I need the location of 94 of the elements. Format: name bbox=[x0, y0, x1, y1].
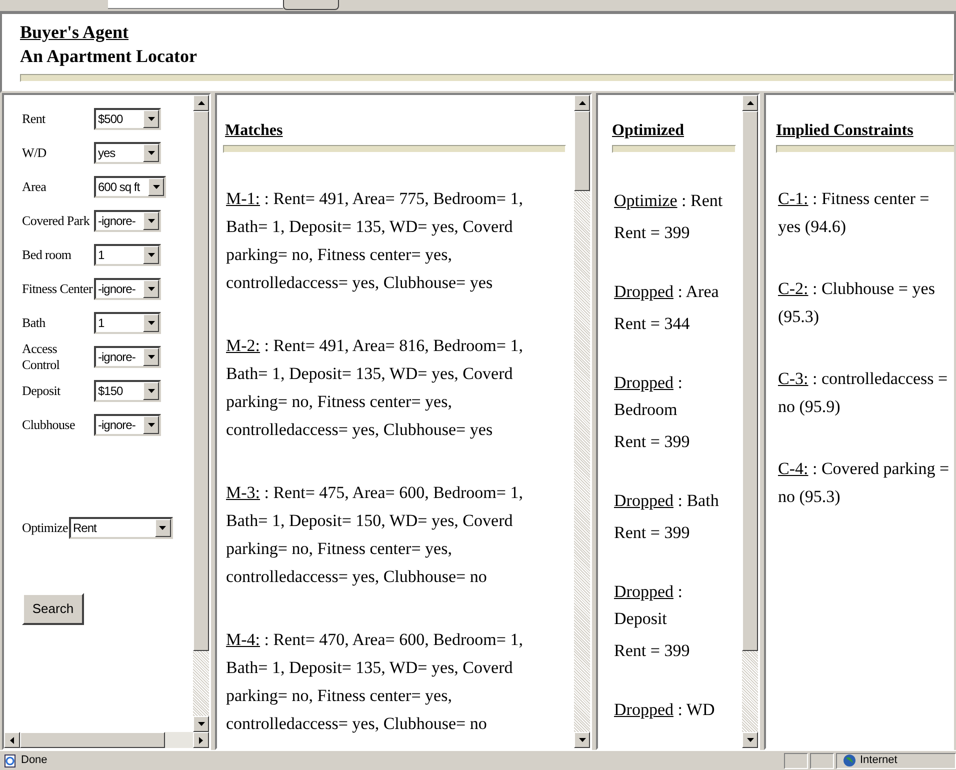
optimization-text: Dropped : Bedroom bbox=[614, 372, 684, 421]
dropdown-arrow-icon bbox=[148, 321, 154, 325]
filter-label: Covered Park bbox=[22, 213, 91, 229]
optimization-text: Dropped : Deposit bbox=[614, 581, 684, 630]
scroll-thumb[interactable] bbox=[574, 111, 590, 191]
filter-label: Bath bbox=[22, 315, 46, 331]
optimization-link[interactable]: Dropped bbox=[614, 373, 674, 392]
match-text: M-4: : Rent= 470, Area= 600, Bedroom= 1, Bath= 1, Deposit= 135, WD= yes, Coverd parking= no, Fitness center= yes, controlledaccess= yes, Clubhouse= no bbox=[225, 629, 524, 735]
optimization-link[interactable]: Optimize bbox=[614, 191, 678, 210]
match-text: M-1: : Rent= 491, Area= 775, Bedroom= 1, Bath= 1, Deposit= 135, WD= yes, Coverd parking= no, Fitness center= yes, controlledaccess= yes, Clubhouse= yes bbox=[225, 188, 524, 294]
vertical-scrollbar[interactable] bbox=[742, 95, 758, 748]
scroll-left-icon[interactable] bbox=[10, 736, 14, 744]
dropdown-arrow-icon bbox=[148, 423, 154, 427]
constraint-link[interactable]: C-1: bbox=[778, 189, 808, 208]
dropdown[interactable]: 1 bbox=[94, 312, 161, 334]
dropdown-arrow-icon bbox=[152, 185, 160, 189]
globe-icon bbox=[843, 754, 856, 767]
scroll-thumb[interactable] bbox=[20, 732, 165, 748]
optimization-text: Optimize : Rent bbox=[614, 190, 724, 212]
scroll-thumb[interactable] bbox=[193, 111, 209, 651]
scroll-thumb[interactable] bbox=[742, 111, 758, 651]
scroll-up-icon[interactable] bbox=[746, 101, 754, 105]
section-heading: Implied Constraints bbox=[776, 121, 914, 141]
match-text: M-2: : Rent= 491, Area= 816, Bedroom= 1, Bath= 1, Deposit= 135, WD= yes, Coverd parking= no, Fitness center= yes, controlledaccess= yes, Clubhouse= yes bbox=[225, 335, 524, 441]
constraint-link[interactable]: C-2: bbox=[778, 279, 808, 298]
match-link[interactable]: M-3: bbox=[226, 483, 260, 502]
page-icon bbox=[3, 754, 17, 768]
dropdown[interactable]: $500 bbox=[94, 108, 161, 130]
filter-label: Access Control bbox=[22, 341, 61, 373]
dropdown-arrow-icon bbox=[148, 389, 154, 393]
dropdown-arrow-icon bbox=[148, 253, 154, 257]
scroll-right-icon[interactable] bbox=[199, 736, 203, 744]
filter-label: W/D bbox=[22, 145, 48, 161]
filter-label: Clubhouse bbox=[22, 417, 76, 433]
vertical-scrollbar[interactable] bbox=[574, 95, 590, 748]
status-text: Done bbox=[21, 753, 48, 768]
rent-result: Rent = 399 bbox=[614, 522, 691, 544]
dropdown[interactable]: $150 bbox=[94, 380, 161, 402]
status-pane bbox=[810, 752, 834, 768]
section-heading: Optimized bbox=[612, 121, 685, 141]
optimization-link[interactable]: Dropped bbox=[614, 700, 674, 719]
dropdown-arrow-icon bbox=[148, 117, 154, 121]
match-text: M-3: : Rent= 475, Area= 600, Bedroom= 1, Bath= 1, Deposit= 150, WD= yes, Coverd parking= no, Fitness center= yes, controlledaccess= yes, Clubhouse= no bbox=[225, 482, 524, 588]
rent-result: Rent = 399 bbox=[614, 222, 691, 244]
match-link[interactable]: M-2: bbox=[226, 336, 260, 355]
scroll-down-icon[interactable] bbox=[198, 722, 204, 726]
dropdown-arrow-icon bbox=[148, 287, 154, 291]
rent-result: Rent = 399 bbox=[614, 640, 691, 662]
optimization-text: Dropped : Bath bbox=[614, 490, 720, 512]
dropdown-arrow-icon bbox=[148, 219, 154, 223]
dropdown-arrow-icon bbox=[159, 526, 166, 530]
optimization-text: Dropped : Area bbox=[614, 281, 720, 303]
dropdown[interactable]: yes bbox=[94, 142, 161, 164]
optimization-link[interactable]: Dropped bbox=[614, 282, 674, 301]
optimization-text: Dropped : WD bbox=[614, 699, 716, 721]
constraint-text: C-2: : Clubhouse = yes (95.3) bbox=[777, 278, 936, 328]
dropdown[interactable]: -ignore- bbox=[94, 414, 161, 436]
optimization-link[interactable]: Dropped bbox=[614, 582, 674, 601]
filter-label: Fitness Center bbox=[22, 281, 94, 297]
section-heading: Matches bbox=[224, 121, 284, 141]
constraint-text: C-4: : Covered parking = no (95.3) bbox=[777, 458, 950, 508]
constraint-text: C-1: : Fitness center = yes (94.6) bbox=[777, 188, 930, 238]
site-title-link[interactable]: Buyer's Agent bbox=[20, 20, 129, 44]
dropdown-arrow-icon bbox=[148, 355, 154, 359]
vertical-scrollbar[interactable] bbox=[193, 95, 209, 732]
optimization-link[interactable]: Dropped bbox=[614, 491, 674, 510]
constraint-link[interactable]: C-4: bbox=[778, 459, 808, 478]
filter-label: Bed room bbox=[22, 247, 72, 263]
dropdown[interactable]: 600 sq ft bbox=[94, 176, 166, 198]
dropdown[interactable]: -ignore- bbox=[94, 346, 161, 368]
dropdown[interactable]: 1 bbox=[94, 244, 161, 266]
dropdown[interactable]: Rent bbox=[68, 517, 173, 539]
rent-result: Rent = 399 bbox=[614, 431, 691, 453]
dropdown-arrow-icon bbox=[148, 151, 154, 155]
scroll-down-icon[interactable] bbox=[578, 738, 586, 742]
filter-label: Area bbox=[22, 179, 48, 195]
scroll-up-icon[interactable] bbox=[198, 101, 204, 105]
zone-text: Internet bbox=[860, 753, 898, 768]
dropdown[interactable]: -ignore- bbox=[94, 210, 161, 232]
rent-result: Rent = 344 bbox=[614, 313, 691, 335]
constraint-text: C-3: : controlledaccess = no (95.9) bbox=[777, 368, 949, 418]
scroll-up-icon[interactable] bbox=[578, 101, 586, 105]
dropdown[interactable]: -ignore- bbox=[94, 278, 161, 300]
scroll-down-icon[interactable] bbox=[746, 738, 754, 742]
optimize-label: Optimize bbox=[22, 519, 68, 538]
site-subtitle: An Apartment Locator bbox=[20, 45, 198, 68]
constraint-link[interactable]: C-3: bbox=[778, 369, 808, 388]
match-link[interactable]: M-4: bbox=[226, 630, 260, 649]
filter-label: Deposit bbox=[22, 383, 62, 399]
horizontal-scrollbar[interactable] bbox=[4, 732, 209, 748]
filter-label: Rent bbox=[22, 111, 46, 127]
search-button[interactable]: Search bbox=[22, 593, 84, 625]
status-pane bbox=[784, 752, 808, 768]
match-link[interactable]: M-1: bbox=[226, 189, 260, 208]
